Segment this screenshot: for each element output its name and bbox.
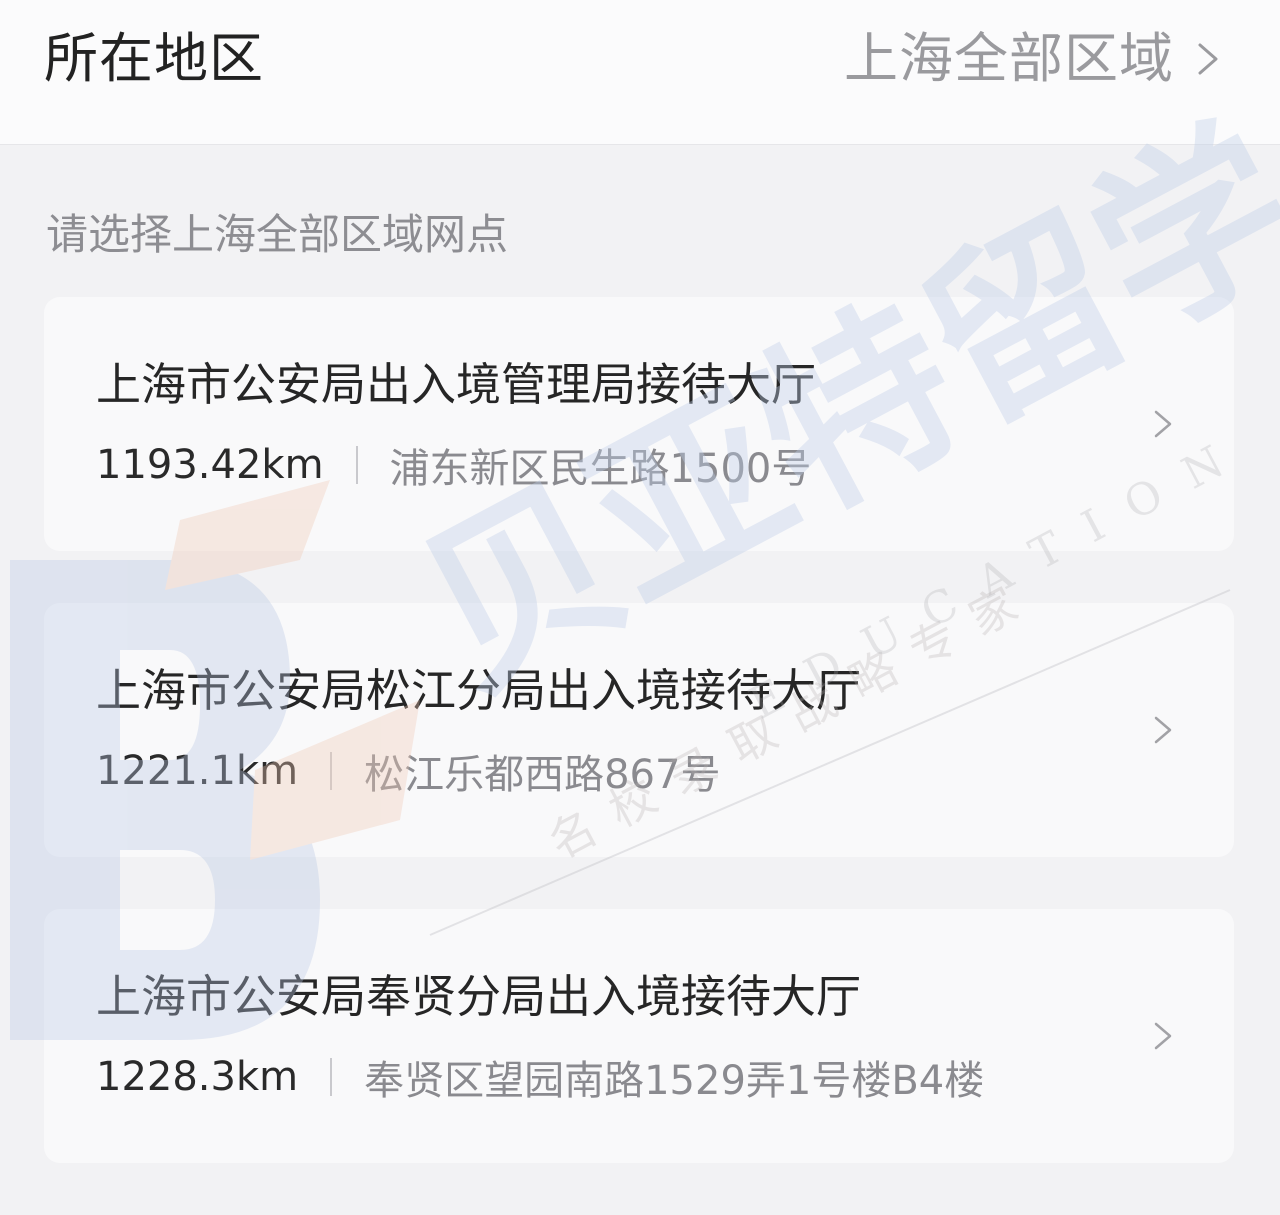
branch-meta: 1221.1km 松江乐都西路867号: [96, 743, 720, 799]
branch-distance: 1193.42km: [96, 442, 324, 488]
region-header: 所在地区 上海全部区域: [0, 0, 1280, 145]
branch-card[interactable]: 上海市公安局松江分局出入境接待大厅 1221.1km 松江乐都西路867号: [44, 603, 1234, 857]
branch-address: 松江乐都西路867号: [364, 752, 721, 798]
meta-divider: [355, 446, 358, 484]
branch-address: 奉贤区望园南路1529弄1号楼B4楼: [364, 1058, 985, 1104]
branch-list: 上海市公安局出入境管理局接待大厅 1193.42km 浦东新区民生路1500号 …: [44, 297, 1234, 1215]
branch-distance: 1221.1km: [96, 748, 299, 794]
meta-divider: [330, 752, 333, 790]
chevron-right-icon: [1154, 716, 1172, 744]
region-label: 所在地区: [44, 27, 264, 90]
region-value: 上海全部区域: [844, 27, 1174, 90]
branch-meta: 1193.42km 浦东新区民生路1500号: [96, 437, 811, 493]
branch-distance: 1228.3km: [96, 1054, 299, 1100]
region-selector[interactable]: 上海全部区域: [844, 26, 1230, 92]
chevron-right-icon: [1154, 410, 1172, 438]
chevron-right-icon: [1198, 43, 1218, 75]
meta-divider: [330, 1058, 333, 1096]
branch-name: 上海市公安局奉贤分局出入境接待大厅: [96, 970, 862, 1023]
branch-name: 上海市公安局松江分局出入境接待大厅: [96, 664, 862, 717]
branch-card[interactable]: 上海市公安局出入境管理局接待大厅 1193.42km 浦东新区民生路1500号: [44, 297, 1234, 551]
branch-name: 上海市公安局出入境管理局接待大厅: [96, 358, 817, 411]
chevron-right-icon: [1154, 1022, 1172, 1050]
section-hint: 请选择上海全部区域网点: [46, 210, 509, 259]
branch-meta: 1228.3km 奉贤区望园南路1529弄1号楼B4楼: [96, 1049, 984, 1105]
branch-card[interactable]: 上海市公安局奉贤分局出入境接待大厅 1228.3km 奉贤区望园南路1529弄1…: [44, 909, 1234, 1163]
branch-address: 浦东新区民生路1500号: [389, 446, 812, 492]
